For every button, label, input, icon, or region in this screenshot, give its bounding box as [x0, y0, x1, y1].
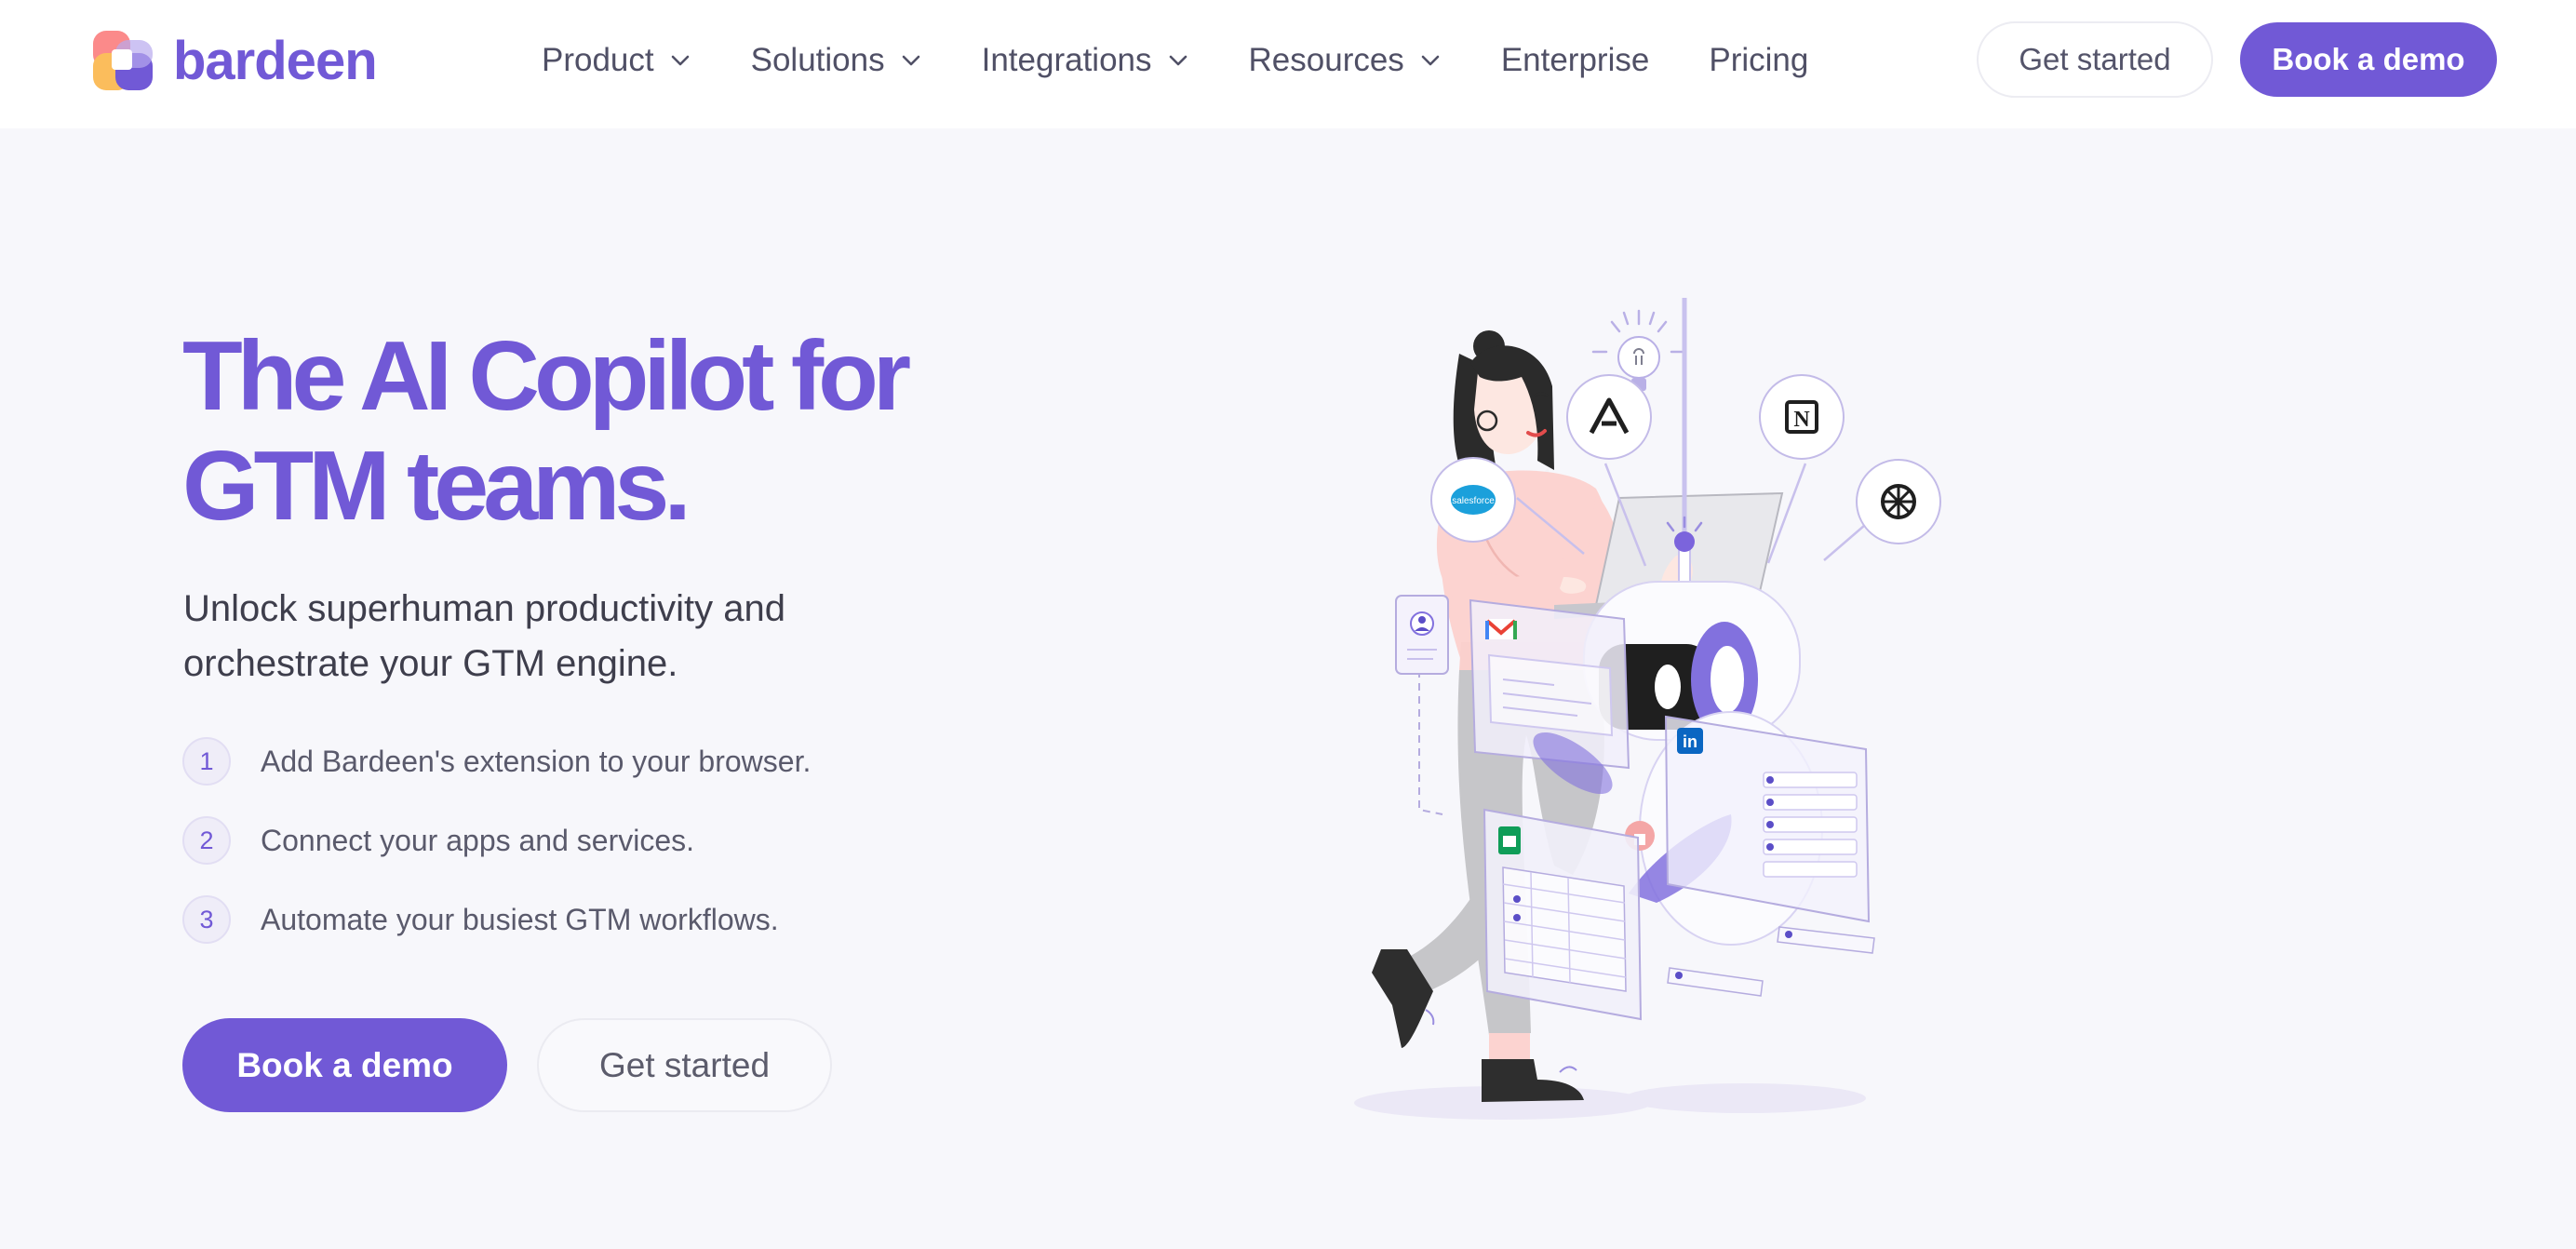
step-item: 1 Add Bardeen's extension to your browse…: [182, 735, 811, 787]
hero-subtitle-line-2: orchestrate your GTM engine.: [183, 643, 678, 684]
header-get-started-button[interactable]: Get started: [1977, 21, 2213, 98]
nav-item-label: Enterprise: [1500, 42, 1650, 78]
gmail-icon: [1485, 619, 1517, 639]
hero-title-line-2: GTM teams.: [182, 431, 691, 541]
step-text: Automate your busiest GTM workflows.: [261, 902, 779, 936]
contact-card: [1395, 595, 1449, 675]
step-text: Add Bardeen's extension to your browser.: [261, 744, 812, 778]
bardeen-logo-icon: [93, 31, 153, 90]
nav-item-product[interactable]: Product: [542, 42, 691, 79]
step-item: 3 Automate your busiest GTM workflows.: [182, 893, 811, 946]
header-book-demo-button[interactable]: Book a demo: [2240, 22, 2497, 97]
google-sheets-icon: [1498, 826, 1521, 854]
apollo-icon: [1566, 374, 1652, 460]
step-number-badge: 1: [182, 737, 231, 786]
main-nav: Product Solutions Integrations Resources…: [542, 37, 1808, 84]
nav-item-pricing[interactable]: Pricing: [1709, 42, 1808, 79]
nav-item-label: Resources: [1248, 42, 1404, 78]
chevron-down-icon: [1169, 55, 1187, 66]
ai-robot-integrations-illustration: salesforce N in: [1395, 298, 1941, 1113]
hero-title: The AI Copilot for GTM teams.: [182, 321, 1020, 541]
nav-item-label: Product: [542, 42, 654, 78]
hero-title-line-1: The AI Copilot for: [182, 321, 911, 431]
logo-wordmark: bardeen: [173, 30, 378, 91]
chevron-down-icon: [1421, 55, 1440, 66]
svg-text:N: N: [1793, 408, 1810, 432]
step-item: 2 Connect your apps and services.: [182, 814, 811, 866]
hero-illustration: salesforce N in: [1340, 298, 2420, 1135]
linkedin-icon: in: [1677, 728, 1703, 754]
nav-item-enterprise[interactable]: Enterprise: [1501, 42, 1650, 79]
step-text: Connect your apps and services.: [261, 823, 695, 857]
nav-item-resources[interactable]: Resources: [1249, 42, 1442, 79]
salesforce-icon: salesforce: [1430, 457, 1516, 543]
step-number-badge: 2: [182, 816, 231, 865]
nav-item-label: Integrations: [981, 42, 1152, 78]
notion-icon: N: [1759, 374, 1845, 460]
chevron-down-icon: [902, 55, 919, 66]
contact-chip: [1777, 926, 1875, 954]
svg-text:in: in: [1683, 732, 1697, 751]
hero-get-started-button[interactable]: Get started: [537, 1018, 832, 1112]
nav-item-label: Solutions: [750, 42, 885, 78]
gmail-card: [1469, 598, 1630, 795]
nav-item-integrations[interactable]: Integrations: [982, 42, 1189, 79]
hero-subtitle-line-1: Unlock superhuman productivity and: [183, 588, 786, 629]
nav-item-solutions[interactable]: Solutions: [751, 42, 922, 79]
nav-item-label: Pricing: [1709, 42, 1809, 78]
step-number-badge: 3: [182, 895, 231, 944]
steps-list: 1 Add Bardeen's extension to your browse…: [182, 735, 811, 973]
top-navbar: bardeen Product Solutions Integrations R…: [0, 0, 2576, 128]
hero-subtitle: Unlock superhuman productivity and orche…: [183, 582, 928, 692]
google-sheets-card: [1483, 808, 1643, 1021]
chevron-down-icon: [671, 55, 689, 66]
svg-text:salesforce: salesforce: [1452, 496, 1495, 506]
contact-chip: [1667, 967, 1764, 997]
openai-icon: [1856, 459, 1941, 544]
hero-book-demo-button[interactable]: Book a demo: [182, 1018, 507, 1112]
bardeen-logo[interactable]: bardeen: [91, 28, 378, 93]
